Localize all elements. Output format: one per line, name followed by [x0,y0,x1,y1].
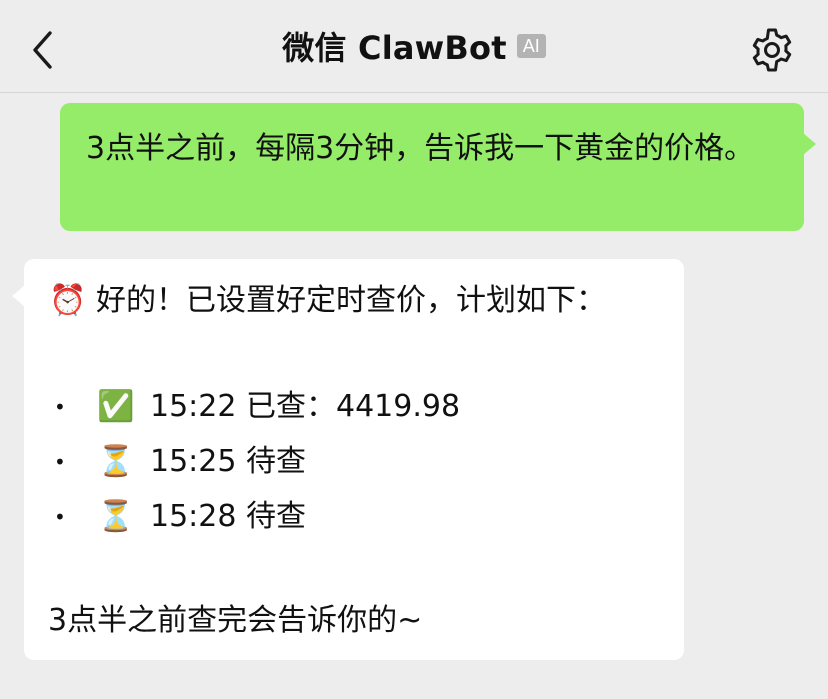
page-title: 微信 ClawBot [282,29,507,67]
chevron-left-icon [33,31,52,69]
title-container: 微信 ClawBot AI [0,0,828,92]
alarm-clock-icon: ⏰ [49,283,87,318]
bullet: • [54,395,66,419]
back-button[interactable] [22,24,66,72]
gear-icon [752,28,792,72]
ai-badge: AI [516,34,546,58]
bot-intro-text: 好的！已设置好定时查价，计划如下： [96,283,606,318]
bot-message-bubble[interactable]: ⏰ 好的！已设置好定时查价，计划如下： • ✅ 15:22 已查：4419.98 … [12,259,684,660]
hourglass-icon: ⏳ [97,499,135,534]
user-message-text: 3点半之前，每隔3分钟，告诉我一下黄金的价格。 [86,131,755,166]
nav-bar: 微信 ClawBot AI [0,0,828,93]
settings-button[interactable] [748,26,796,74]
check-mark-icon: ✅ [97,389,135,424]
bullet: • [54,450,66,474]
bot-intro-line: ⏰ 好的！已设置好定时查价，计划如下： [48,279,606,323]
list-item-text: 15:22 已查：4419.98 [150,389,461,424]
list-item-text: 15:28 待查 [150,499,306,534]
bullet: • [54,505,66,529]
bot-outro-text: 3点半之前查完会告诉你的~ [48,603,423,638]
list-item-text: 15:25 待查 [150,444,306,479]
hourglass-icon: ⏳ [97,444,135,479]
user-message-bubble[interactable]: 3点半之前，每隔3分钟，告诉我一下黄金的价格。 [60,103,816,231]
